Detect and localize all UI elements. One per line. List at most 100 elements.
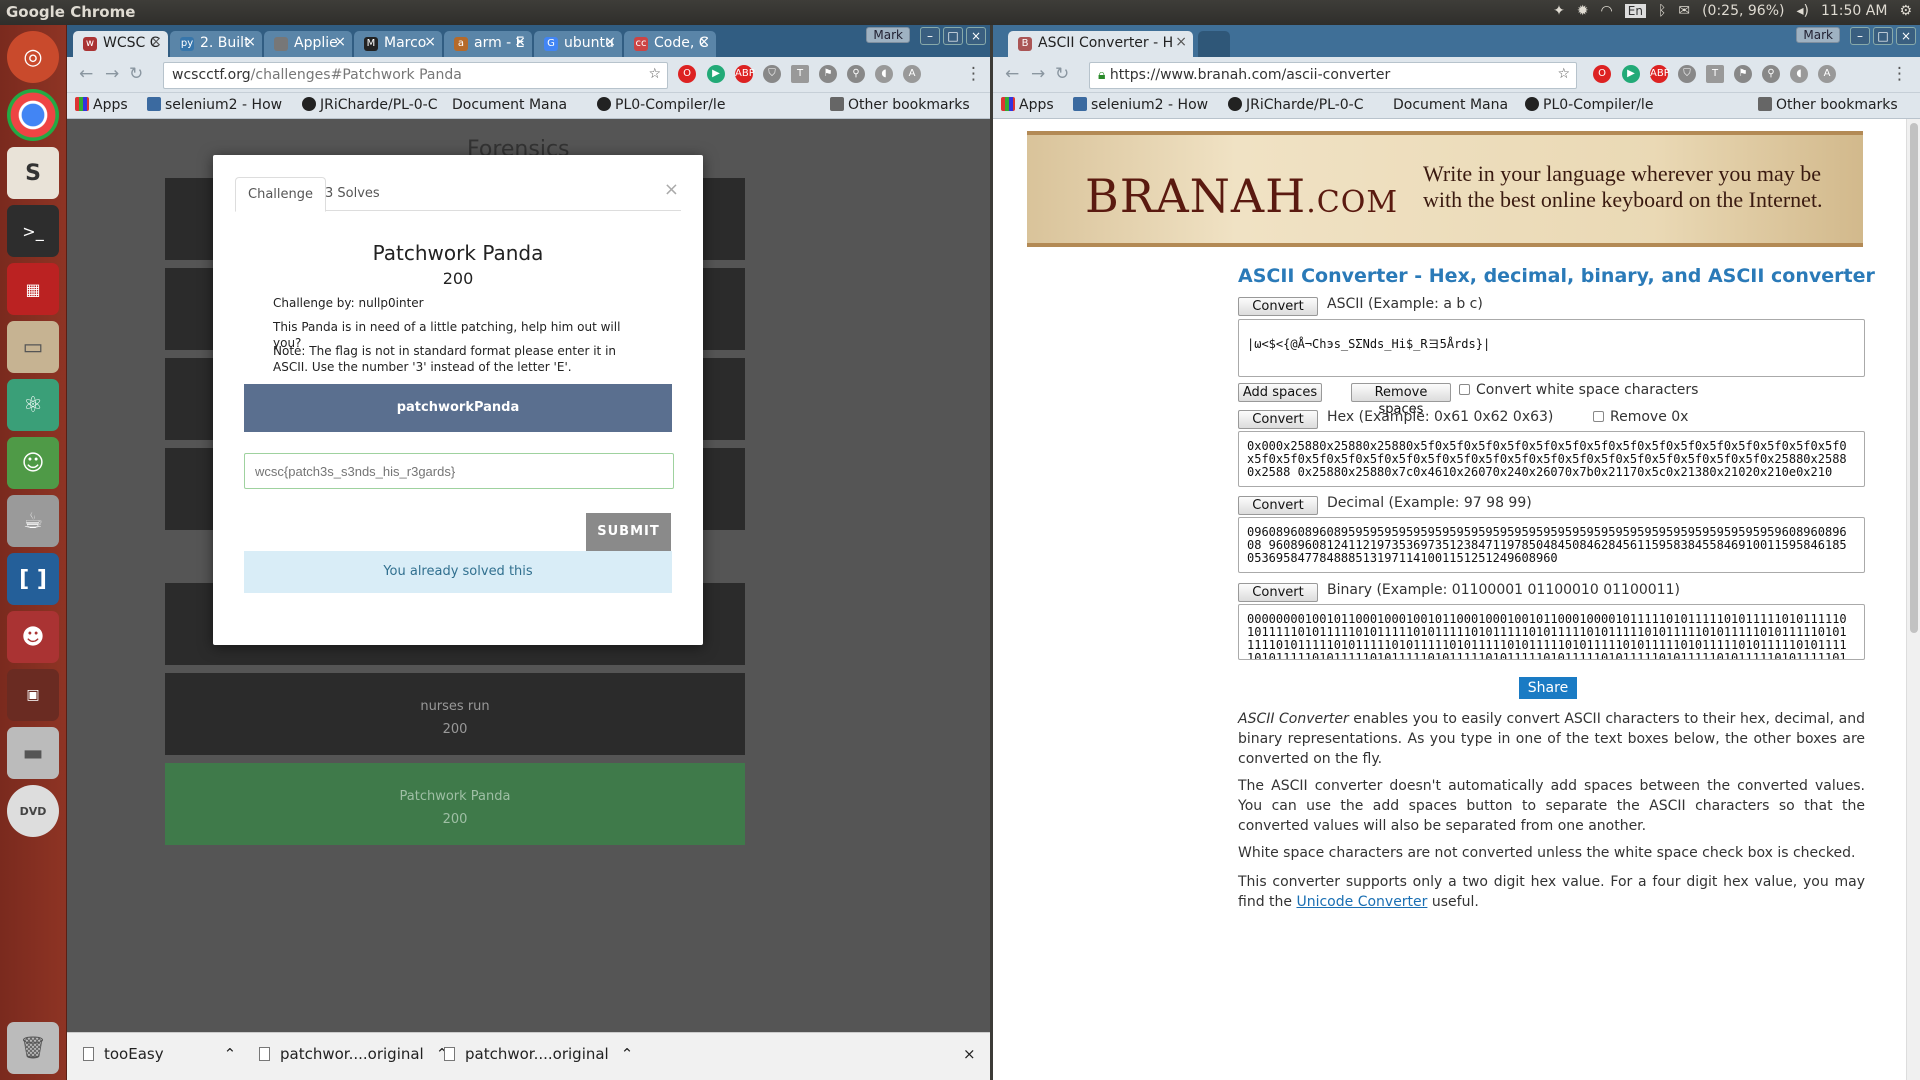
download-item[interactable]: patchwor....original ⌃ [444,1045,633,1063]
ascii-textarea[interactable]: |ω<$<{@Å¬Chэs_SΣNds_Hi$_Rヨ5Årds}| [1238,319,1865,377]
forward-icon[interactable]: → [105,64,119,84]
opera-icon[interactable]: O [1593,65,1611,83]
tab-marco[interactable]: M Marco × [354,31,442,57]
flag-input[interactable] [244,453,674,489]
site-banner[interactable]: BRANAH.COM Write in your language wherev… [1027,131,1863,247]
chevron-up-icon[interactable]: ⌃ [621,1045,634,1063]
hex-textarea[interactable]: 0x000x25880x25880x25880x5f0x5f0x5f0x5f0x… [1238,431,1865,487]
bookmark-other[interactable]: Other bookmarks [830,97,970,113]
bulb-icon[interactable]: ◖ [1790,65,1808,83]
convert-hex-button[interactable]: Convert [1238,410,1318,429]
bookmark-jricharde[interactable]: JRiCharde/PL-0-C [1228,97,1363,113]
challenge-card-patchwork-panda[interactable]: Patchwork Panda 200 [165,763,745,845]
close-window-icon[interactable]: × [1896,27,1916,45]
close-tab-icon[interactable]: × [150,34,162,50]
bookmark-star-icon[interactable]: ☆ [1557,66,1570,82]
tab-applied[interactable]: Applie × [264,31,352,57]
close-tab-icon[interactable]: × [1175,34,1187,50]
volume-icon[interactable]: ◂) [1796,3,1809,19]
checkbox-box[interactable] [1459,384,1470,395]
address-bar[interactable]: wcscctf.org/challenges#Patchwork Panda ☆ [163,62,668,89]
bookmark-star-icon[interactable]: ☆ [648,66,661,82]
back-icon[interactable]: ← [79,64,93,84]
challenge-card-nurses-run[interactable]: nurses run 200 [165,673,745,755]
battery-status[interactable]: (0:25, 96%) [1702,3,1784,19]
maximize-icon[interactable]: □ [1873,27,1893,45]
terminal-icon[interactable]: >_ [7,205,59,257]
bracket-app-icon[interactable]: [ ] [7,553,59,605]
close-window-icon[interactable]: × [966,27,986,45]
download-item[interactable]: patchwor....original ⌃ [259,1045,448,1063]
minimize-icon[interactable]: – [920,27,940,45]
ubuntu-dash-icon[interactable]: ◎ [7,31,59,83]
text-icon[interactable]: T [1706,65,1724,83]
font-icon[interactable]: A [1818,65,1836,83]
slack-icon[interactable]: S [7,147,59,199]
maximize-icon[interactable]: □ [943,27,963,45]
clock[interactable]: 11:50 AM [1821,3,1887,19]
close-tab-icon[interactable]: × [698,34,710,50]
bookmark-document[interactable]: Document Mana [1393,97,1508,113]
remove-0x-checkbox[interactable]: Remove 0x [1593,409,1688,425]
page-scrollbar[interactable] [1906,119,1920,1080]
convert-binary-button[interactable]: Convert [1238,583,1318,602]
submit-button[interactable]: SUBMIT [586,513,671,551]
search-ext-icon[interactable]: ⚲ [847,65,865,83]
profile-button[interactable]: Mark [1796,27,1840,43]
reload-icon[interactable]: ↻ [1055,64,1069,84]
keyboard-layout[interactable]: En [1624,4,1646,18]
new-tab-button[interactable] [1198,31,1230,57]
back-icon[interactable]: ← [1005,64,1019,84]
java-ide-icon[interactable]: ☕ [7,495,59,547]
mail-icon[interactable]: ✉ [1678,3,1690,19]
close-tab-icon[interactable]: × [424,34,436,50]
minimize-icon[interactable]: – [1850,27,1870,45]
bulb-icon[interactable]: ◖ [875,65,893,83]
settings-indicator-icon[interactable]: ✹ [1577,3,1589,19]
search-ext-icon[interactable]: ⚲ [1762,65,1780,83]
wifi-icon[interactable]: ◠ [1601,3,1613,19]
tab-ascii-converter[interactable]: B ASCII Converter - H × [1008,31,1193,57]
close-downloads-icon[interactable]: × [963,1045,976,1063]
bookmark-selenium[interactable]: selenium2 - How [147,97,282,113]
tab-ubuntu[interactable]: Gubuntu × [534,31,622,57]
menu-icon[interactable]: ⋮ [965,64,982,84]
bookmark-apps[interactable]: Apps [1001,97,1054,113]
address-bar[interactable]: 🔒︎ https://www.branah.com/ascii-converte… [1089,62,1577,89]
bookmark-pl0[interactable]: PL0-Compiler/le [597,97,725,113]
scrollbar-thumb[interactable] [1910,123,1918,633]
download-item[interactable]: tooEasy ⌃ [83,1045,236,1063]
tab-python[interactable]: py 2. Built × [170,31,262,57]
bookmark-selenium[interactable]: selenium2 - How [1073,97,1208,113]
drive-icon[interactable]: ▬ [7,727,59,779]
adblock-icon[interactable]: ABP [735,65,755,83]
extension-icon[interactable]: ▶ [707,65,725,83]
ghostery-icon[interactable]: ⚑ [819,65,837,83]
close-tab-icon[interactable]: × [604,34,616,50]
close-tab-icon[interactable]: × [244,34,256,50]
bookmark-apps[interactable]: Apps [75,97,128,113]
binary-textarea[interactable]: 0000000010010110001000100101100010001001… [1238,604,1865,660]
download-file-button[interactable]: patchworkPanda [244,384,672,432]
atom-icon[interactable]: ⚛ [7,379,59,431]
bluetooth-icon[interactable]: ᛒ [1658,3,1666,19]
forward-icon[interactable]: → [1031,64,1045,84]
add-spaces-button[interactable]: Add spaces [1238,383,1322,402]
bookmark-pl0[interactable]: PL0-Compiler/le [1525,97,1653,113]
extension-icon[interactable]: ▶ [1622,65,1640,83]
font-icon[interactable]: A [903,65,921,83]
shield-icon[interactable]: ⛉ [1678,65,1696,83]
chrome-icon[interactable] [7,89,59,141]
bookmark-document[interactable]: Document Mana [452,97,567,113]
tab-code[interactable]: cc Code, C × [624,31,716,57]
messenger-icon[interactable]: ☻ [7,611,59,663]
files-icon[interactable]: ▭ [7,321,59,373]
shield-icon[interactable]: ⛉ [763,65,781,83]
bookmark-jricharde[interactable]: JRiCharde/PL-0-C [302,97,437,113]
text-icon[interactable]: T [791,65,809,83]
convert-whitespace-checkbox[interactable]: Convert white space characters [1459,382,1698,398]
convert-decimal-button[interactable]: Convert [1238,496,1318,515]
game-icon[interactable]: ☺ [7,437,59,489]
adblock-icon[interactable]: ABP [1650,65,1670,83]
chevron-up-icon[interactable]: ⌃ [224,1045,237,1063]
